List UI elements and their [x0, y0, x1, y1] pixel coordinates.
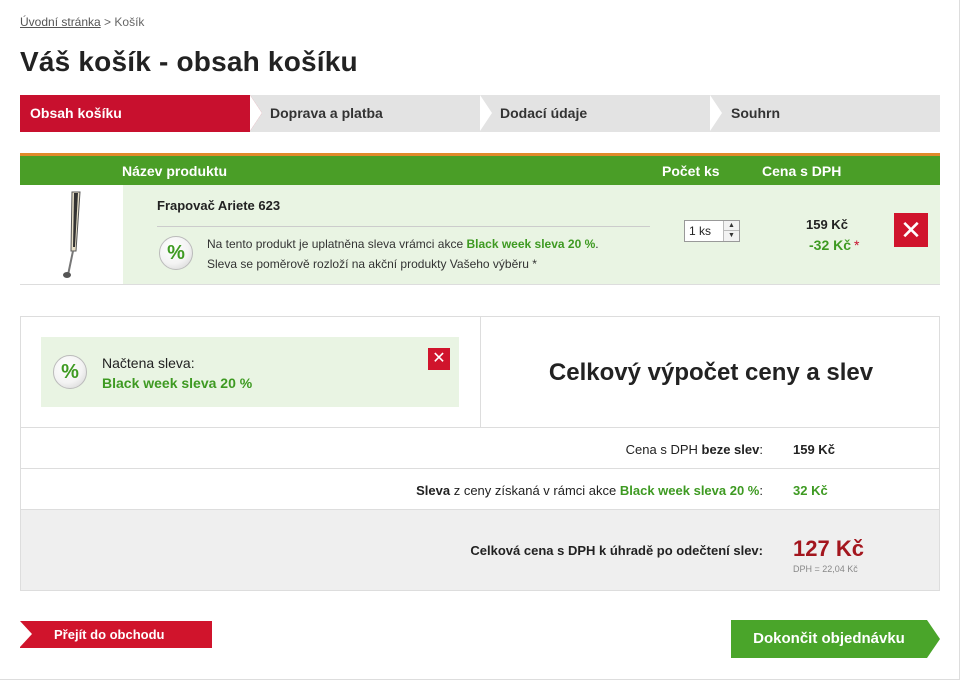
column-header-product: Název produktu [122, 163, 228, 179]
back-button-notch [20, 621, 32, 647]
remove-item-button[interactable]: ✕ [894, 213, 928, 247]
breadcrumb-home-link[interactable]: Úvodní stránka [20, 15, 101, 29]
quantity-increase-icon[interactable]: ▲ [724, 221, 739, 231]
column-header-price: Cena s DPH [762, 163, 842, 179]
back-button-label: Přejít do obchodu [54, 627, 165, 642]
summary-price-label-suffix: : [759, 442, 763, 457]
summary-discount-label-suffix: : [759, 483, 763, 498]
quantity-spinner: ▲ ▼ [723, 221, 739, 241]
finish-button-arrow [927, 620, 940, 658]
summary-row-discount: Sleva z ceny získaná v rámci akce Black … [21, 468, 939, 509]
summary-discount-label-bold: Sleva [416, 483, 451, 498]
summary-title: Celkový výpočet ceny a slev [548, 359, 874, 386]
step-label: Souhrn [731, 105, 780, 121]
quantity-decrease-icon[interactable]: ▼ [724, 231, 739, 241]
step-shipping-payment[interactable]: Doprava a platba [250, 95, 480, 132]
summary-price-value: 159 Kč [793, 442, 835, 457]
cart-table-header: Název produktu Počet ks Cena s DPH [20, 153, 940, 185]
discount-note-prefix: Na tento produkt je uplatněna sleva vrám… [207, 237, 467, 251]
summary-discount-label: Sleva z ceny získaná v rámci akce Black … [416, 483, 763, 498]
applied-coupon: % Načtena sleva: Black week sleva 20 % ✕ [41, 337, 459, 407]
discount-note-suffix: . [595, 237, 599, 251]
coupon-percent-icon: % [53, 355, 87, 389]
breadcrumb-current: Košík [114, 15, 145, 29]
breadcrumb-separator: > [100, 15, 115, 29]
remove-coupon-button[interactable]: ✕ [428, 348, 450, 370]
summary-price-label-prefix: Cena s DPH [625, 442, 702, 457]
step-separator [710, 95, 722, 131]
price-summary: % Načtena sleva: Black week sleva 20 % ✕… [20, 316, 940, 591]
discount-note-campaign: Black week sleva 20 % [466, 237, 596, 251]
breadcrumb: Úvodní stránka > Košík [20, 15, 144, 29]
summary-discount-value: 32 Kč [793, 483, 828, 498]
step-separator [480, 95, 492, 131]
column-header-qty: Počet ks [662, 163, 720, 179]
back-to-shop-button[interactable]: Přejít do obchodu [20, 621, 212, 648]
discount-percent-icon: % [159, 236, 193, 270]
product-image[interactable] [50, 189, 90, 281]
summary-price-label-bold: beze slev [701, 442, 760, 457]
checkout-steps: Obsah košíku Doprava a platba Dodací úda… [20, 95, 940, 132]
coupon-label: Načtena sleva: [102, 355, 195, 371]
summary-row-price: Cena s DPH beze slev: 159 Kč [21, 427, 939, 468]
item-discount-star: * [854, 237, 860, 253]
item-discount: -32 Kč * [809, 237, 859, 253]
summary-discount-label-middle: z ceny získaná v rámci akce [450, 483, 620, 498]
item-price: 159 Kč [806, 217, 848, 232]
step-label: Dodací údaje [500, 105, 588, 121]
summary-vat: DPH = 22,04 Kč [793, 564, 858, 574]
step-summary[interactable]: Souhrn [710, 95, 940, 132]
step-cart-contents[interactable]: Obsah košíku [20, 95, 262, 132]
quantity-value[interactable]: 1 ks [689, 224, 711, 238]
coupon-name: Black week sleva 20 % [102, 375, 253, 391]
summary-discount-campaign: Black week sleva 20 % [619, 483, 760, 498]
discount-note: Na tento produkt je uplatněna sleva vrám… [207, 237, 599, 251]
page-title: Váš košík - obsah košíku [20, 46, 358, 77]
step-delivery-details[interactable]: Dodací údaje [480, 95, 710, 132]
step-label: Doprava a platba [270, 105, 383, 121]
product-name[interactable]: Frapovač Ariete 623 [157, 198, 280, 213]
step-separator [250, 95, 262, 131]
discount-note-line2: Sleva se poměrově rozloží na akční produ… [207, 257, 537, 271]
row-divider [157, 226, 650, 227]
summary-row-total: Celková cena s DPH k úhradě po odečtení … [21, 509, 939, 590]
finish-order-button[interactable]: Dokončit objednávku [731, 620, 940, 658]
item-discount-value: -32 Kč [809, 237, 852, 253]
summary-total-label: Celková cena s DPH k úhradě po odečtení … [470, 543, 763, 558]
cart-item-row: Frapovač Ariete 623 % Na tento produkt j… [20, 185, 940, 285]
summary-total-value: 127 Kč [793, 536, 864, 561]
step-label: Obsah košíku [30, 105, 122, 121]
quantity-stepper[interactable]: 1 ks ▲ ▼ [684, 220, 740, 242]
summary-price-label: Cena s DPH beze slev: [626, 442, 763, 457]
finish-button-label: Dokončit objednávku [753, 630, 905, 647]
